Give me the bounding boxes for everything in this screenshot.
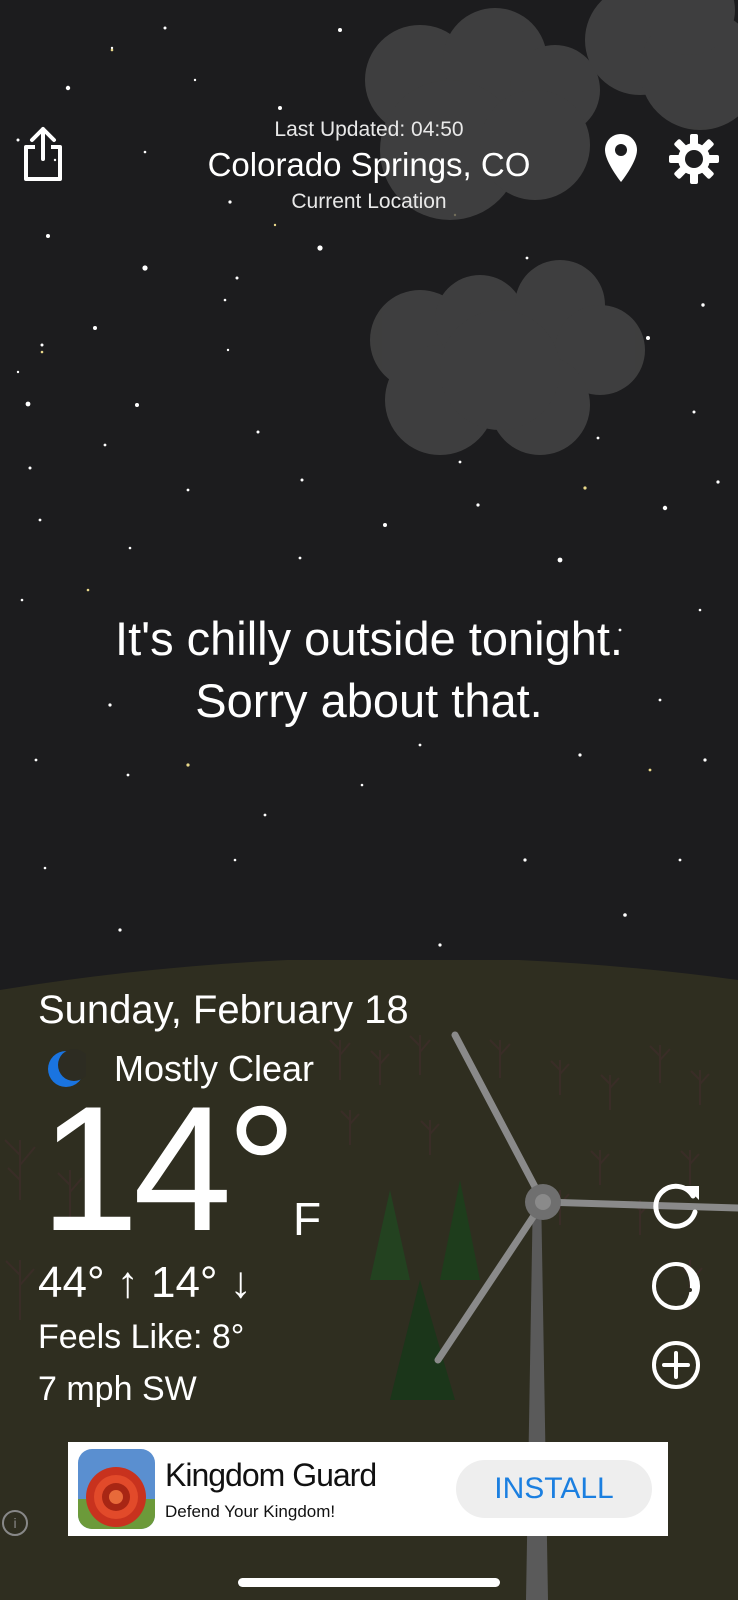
current-location-label: Current Location xyxy=(291,190,447,213)
ad-banner[interactable]: Kingdom Guard Defend Your Kingdom! INSTA… xyxy=(68,1442,668,1536)
high-low-temperature: 44° ↑ 14° ↓ xyxy=(38,1258,252,1307)
refresh-button[interactable] xyxy=(646,1178,706,1236)
location-header: Last Updated: 04:50 Colorado Springs, CO… xyxy=(160,118,578,214)
temperature-value: 14° xyxy=(40,1069,297,1268)
ad-subtitle: Defend Your Kingdom! xyxy=(165,1501,336,1521)
location-pin-icon xyxy=(605,134,637,182)
temperature-unit[interactable]: F xyxy=(293,1192,321,1246)
ad-text: Kingdom Guard Defend Your Kingdom! xyxy=(165,1456,377,1522)
feels-like-label: Feels Like: 8° xyxy=(38,1318,245,1356)
ad-title: Kingdom Guard xyxy=(165,1456,377,1493)
home-indicator[interactable] xyxy=(238,1578,500,1587)
ad-info-icon[interactable]: i xyxy=(2,1510,28,1536)
add-icon xyxy=(652,1341,700,1389)
ad-install-button[interactable]: INSTALL xyxy=(456,1460,652,1518)
last-updated-label: Last Updated: 04:50 xyxy=(274,118,464,141)
message-line-1: It's chilly outside tonight. xyxy=(115,612,623,665)
message-line-2: Sorry about that. xyxy=(195,674,543,727)
date-label: Sunday, February 18 xyxy=(38,988,409,1032)
location-button[interactable] xyxy=(598,130,644,186)
share-icon xyxy=(24,127,62,181)
moon-phase-icon xyxy=(652,1262,700,1310)
gear-icon xyxy=(669,134,719,184)
wind-label: 7 mph SW xyxy=(38,1370,197,1408)
cloud-middle xyxy=(370,260,645,455)
settings-button[interactable] xyxy=(666,132,722,186)
add-location-button[interactable] xyxy=(646,1336,706,1394)
city-name[interactable]: Colorado Springs, CO xyxy=(160,146,578,184)
weather-message: It's chilly outside tonight. Sorry about… xyxy=(40,608,698,732)
refresh-icon xyxy=(653,1183,699,1229)
share-button[interactable] xyxy=(18,124,68,184)
moon-phase-button[interactable] xyxy=(646,1257,706,1315)
ad-app-icon xyxy=(78,1449,155,1529)
